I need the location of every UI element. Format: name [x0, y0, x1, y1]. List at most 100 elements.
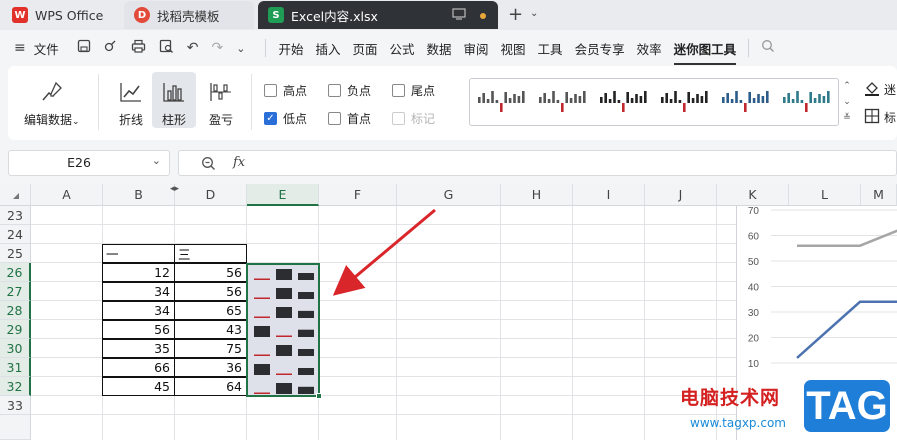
last-point-checkbox[interactable]: 尾点 — [392, 82, 435, 99]
menu-item-view[interactable]: 视图 — [501, 39, 526, 58]
tab-wps-office[interactable]: W WPS Office — [0, 1, 118, 29]
column-header-i[interactable]: I — [573, 184, 645, 206]
table-header-cell[interactable]: 一 — [102, 244, 175, 263]
table-cell[interactable]: 12 — [102, 263, 175, 282]
row-header[interactable]: 29 — [0, 320, 31, 339]
table-cell[interactable]: 56 — [174, 263, 247, 282]
column-header-k[interactable]: K — [717, 184, 789, 206]
menu-item-home[interactable]: 开始 — [278, 39, 303, 58]
column-header-j[interactable]: J — [645, 184, 717, 206]
row-header[interactable]: 27 — [0, 282, 31, 301]
marker-color-button[interactable]: 标 — [864, 108, 896, 127]
search-icon[interactable] — [761, 39, 775, 57]
fx-icon[interactable]: fx — [233, 155, 245, 170]
table-cell[interactable]: 34 — [102, 301, 175, 320]
negative-point-checkbox[interactable]: 负点 — [328, 82, 371, 99]
share-icon[interactable] — [104, 39, 118, 57]
ribbon: 编辑数据⌄ 折线 柱形 盈亏 高点 负点 尾点 ✓ 低点 首点 标记 ⌃ ⌄ ≚… — [0, 66, 897, 144]
zoom-search-icon[interactable] — [201, 156, 216, 174]
menu-item-sparkline-tools[interactable]: 迷你图工具 — [673, 39, 737, 65]
menu-item-insert[interactable]: 插入 — [315, 39, 340, 58]
row-header[interactable]: 28 — [0, 301, 31, 320]
row-header[interactable]: 31 — [0, 358, 31, 377]
style-preview-bar — [539, 97, 542, 103]
undo-icon[interactable]: ↶ — [187, 40, 199, 56]
chevron-down-icon[interactable]: ⌄ — [530, 8, 538, 19]
style-preview-bar — [500, 103, 503, 112]
menu-item-page[interactable]: 页面 — [352, 39, 377, 58]
row-header[interactable]: 33 — [0, 396, 31, 415]
table-cell[interactable]: 65 — [174, 301, 247, 320]
style-preview-bar — [800, 100, 804, 103]
row-header[interactable]: 25 — [0, 244, 31, 263]
column-header-d[interactable]: D — [175, 184, 247, 206]
menu-item-efficiency[interactable]: 效率 — [637, 39, 662, 58]
sparkline-type-winloss-button[interactable]: 盈亏 — [201, 78, 241, 128]
first-point-checkbox[interactable]: 首点 — [328, 110, 371, 127]
table-cell[interactable]: 35 — [102, 339, 175, 358]
print-preview-icon[interactable] — [159, 39, 174, 57]
gallery-more-icon[interactable]: ≚ — [843, 113, 851, 123]
name-box[interactable]: E26 ⌄ — [8, 150, 170, 176]
tab-excel-file[interactable]: S Excel内容.xlsx — [258, 1, 498, 29]
column-header-g[interactable]: G — [397, 184, 501, 206]
column-header-h[interactable]: H — [501, 184, 573, 206]
print-icon[interactable] — [131, 39, 146, 57]
chevron-up-icon[interactable]: ⌃ — [843, 81, 851, 91]
table-cell[interactable]: 75 — [174, 339, 247, 358]
sparkline-type-column-button[interactable]: 柱形 — [152, 72, 196, 128]
column-header-e[interactable]: E — [247, 184, 319, 206]
table-cell[interactable]: 64 — [174, 377, 247, 396]
chevron-down-icon[interactable]: ⌄ — [236, 42, 245, 55]
high-point-checkbox[interactable]: 高点 — [264, 82, 307, 99]
fill-handle[interactable] — [316, 393, 322, 399]
sparkline-columns — [254, 269, 314, 394]
column-header-m[interactable]: M — [861, 184, 897, 206]
table-cell[interactable]: 43 — [174, 320, 247, 339]
hamburger-menu-icon[interactable]: ≡ — [14, 40, 26, 56]
table-cell[interactable]: 56 — [174, 282, 247, 301]
select-all-corner[interactable] — [0, 184, 31, 206]
menu-item-formula[interactable]: 公式 — [389, 39, 414, 58]
tab-label: WPS Office — [35, 7, 104, 23]
hidden-column-marker-icon[interactable]: ◂▸ — [170, 184, 179, 194]
redo-icon[interactable]: ↷ — [211, 40, 223, 56]
formula-input-area[interactable]: fx — [178, 150, 897, 176]
sparkline-range[interactable] — [246, 263, 320, 397]
table-cell[interactable]: 56 — [102, 320, 175, 339]
edit-data-button[interactable]: 编辑数据⌄ — [24, 78, 80, 128]
row-header[interactable]: 26 — [0, 263, 31, 282]
save-icon[interactable] — [77, 39, 91, 57]
tab-docer-templates[interactable]: D 找稻壳模板 — [124, 1, 254, 29]
new-tab-plus-icon[interactable]: + — [508, 4, 523, 25]
column-header-a[interactable]: A — [31, 184, 103, 206]
column-header-b[interactable]: B — [103, 184, 175, 206]
menu-item-member[interactable]: 会员专享 — [575, 39, 625, 58]
sparkline-style-gallery[interactable] — [469, 78, 839, 126]
menu-item-tools[interactable]: 工具 — [538, 39, 563, 58]
chevron-down-icon[interactable]: ⌄ — [843, 97, 851, 107]
table-cell[interactable]: 34 — [102, 282, 175, 301]
cell-reference: E26 — [67, 155, 91, 170]
table-cell[interactable]: 66 — [102, 358, 175, 377]
table-cell[interactable]: 36 — [174, 358, 247, 377]
row-header[interactable]: 23 — [0, 206, 31, 225]
low-point-checkbox[interactable]: ✓ 低点 — [264, 110, 307, 127]
row-header[interactable]: 24 — [0, 225, 31, 244]
column-header-f[interactable]: F — [319, 184, 397, 206]
sparkline-column — [298, 273, 314, 280]
table-cell[interactable]: 45 — [102, 377, 175, 396]
gallery-scroll-arrows[interactable]: ⌃ ⌄ ≚ — [840, 78, 854, 126]
column-header-l[interactable]: L — [789, 184, 861, 206]
menu-item-data[interactable]: 数据 — [427, 39, 452, 58]
chevron-down-icon[interactable]: ⌄ — [152, 154, 161, 167]
row-header[interactable]: 32 — [0, 377, 31, 396]
sparkline-color-button[interactable]: 迷 — [864, 80, 896, 99]
menu-file[interactable]: 文件 — [34, 39, 59, 58]
monitor-icon[interactable] — [452, 8, 466, 23]
row-header[interactable]: 30 — [0, 339, 31, 358]
sparkline-type-line-button[interactable]: 折线 — [112, 78, 150, 128]
table-header-cell[interactable]: 三 — [174, 244, 247, 263]
style-preview-bar — [635, 94, 638, 103]
menu-item-review[interactable]: 审阅 — [464, 39, 489, 58]
